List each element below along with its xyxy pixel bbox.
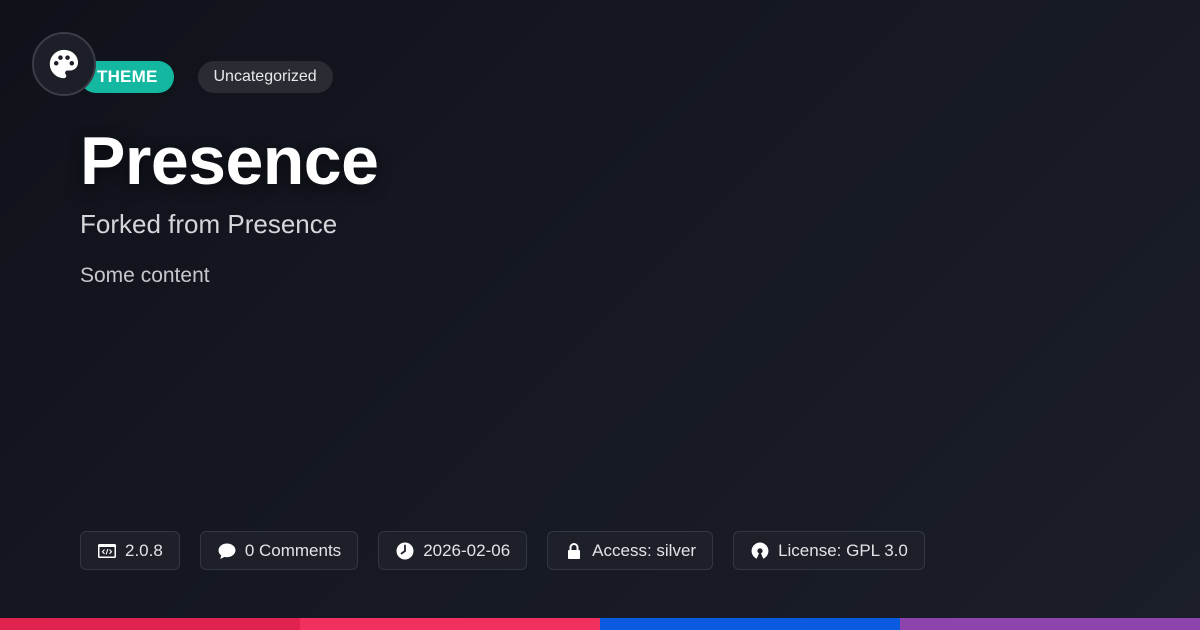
content-text: Some content <box>80 264 210 287</box>
license-label: License: GPL 3.0 <box>778 540 908 560</box>
comment-icon <box>218 543 236 559</box>
license-chip: License: GPL 3.0 <box>733 531 925 570</box>
lock-icon <box>568 542 581 559</box>
category-badge[interactable]: Uncategorized <box>197 61 333 93</box>
date-label: 2026-02-06 <box>423 540 511 560</box>
version-chip: 2.0.8 <box>80 531 180 570</box>
date-chip: 2026-02-06 <box>378 531 528 570</box>
badge-row: THEME Uncategorized <box>80 61 333 93</box>
stripe-pink <box>300 618 600 630</box>
color-stripe-bar <box>0 618 1200 630</box>
logo <box>32 32 96 96</box>
stripe-red <box>0 618 300 630</box>
stripe-purple <box>900 618 1200 630</box>
page-title: Presence <box>80 123 379 199</box>
version-label: 2.0.8 <box>125 540 163 560</box>
comments-label: 0 Comments <box>244 540 342 560</box>
open-source-icon <box>751 542 769 559</box>
palette-icon <box>49 49 79 79</box>
access-chip: Access: silver <box>547 531 714 570</box>
clock-icon <box>396 542 414 559</box>
comments-chip[interactable]: 0 Comments <box>199 531 359 570</box>
meta-row: 2.0.8 0 Comments 2026-02-06 Access: silv… <box>80 531 925 570</box>
code-window-icon <box>98 543 116 558</box>
access-label: Access: silver <box>592 540 697 560</box>
subtitle: Forked from Presence <box>80 209 338 239</box>
stripe-blue <box>600 618 900 630</box>
